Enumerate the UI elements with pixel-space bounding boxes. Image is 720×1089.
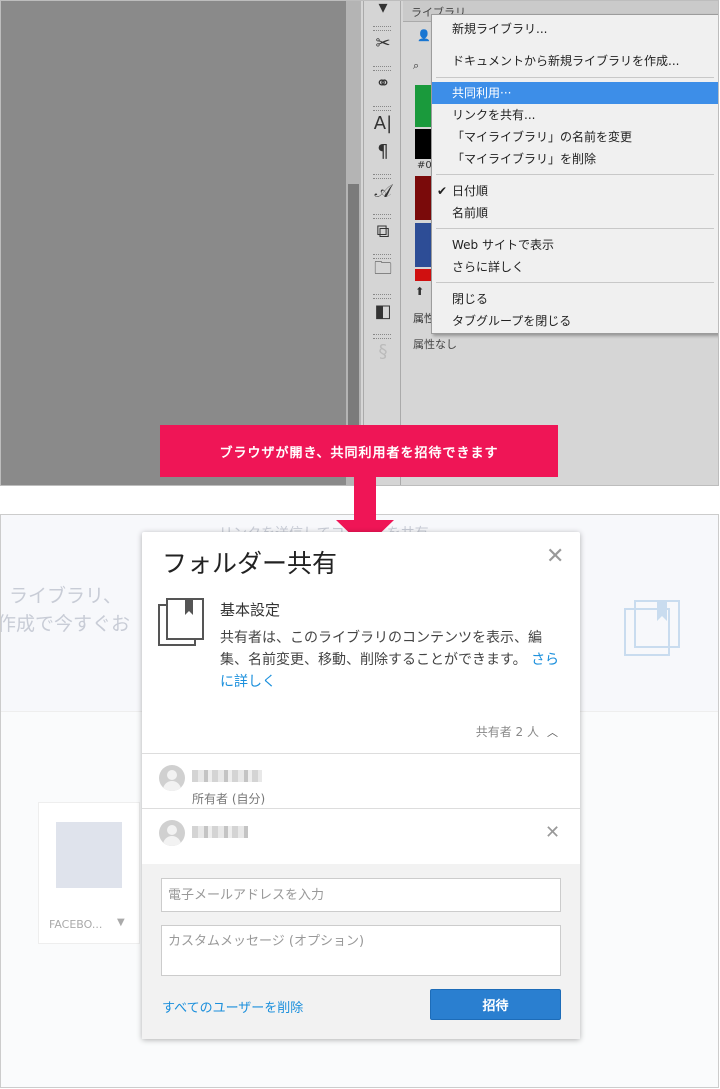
stamp-icon: §	[378, 340, 388, 362]
menu-separator	[436, 282, 714, 283]
chevron-up-icon: ︿	[547, 726, 558, 739]
menu-item-label: さらに詳しく	[452, 260, 525, 274]
tool-button-4[interactable]: ¶	[364, 131, 402, 171]
menu-separator	[436, 174, 714, 175]
callout-arrow-shaft	[354, 477, 376, 522]
checkmark-icon: ✔	[437, 184, 448, 198]
tool-button-8[interactable]: ◧	[364, 291, 402, 331]
tool-button-1[interactable]: ✂	[364, 23, 402, 63]
background-library-card: FACEBO... ▼	[38, 802, 140, 944]
panel-dock-strip: ▾ ✂ ⚭ A| ¶ 𝒜 ⧉ 🗀 ◧ §	[363, 0, 402, 485]
menu-separator	[436, 77, 714, 78]
close-icon[interactable]: ✕	[546, 544, 564, 569]
layer-comps-icon: ⧉	[376, 220, 390, 242]
sharers-count: 共有者 2 人	[475, 725, 539, 739]
scrollbar-thumb[interactable]	[348, 184, 359, 429]
invite-form: すべてのユーザーを削除 招待	[142, 864, 580, 1039]
remove-all-users-link[interactable]: すべてのユーザーを削除	[162, 997, 303, 1016]
swatch-hex-label: #0	[417, 160, 432, 171]
description-text: 共有者は、このライブラリのコンテンツを表示、編集、名前変更、移動、削除することが…	[220, 630, 542, 668]
avatar-icon	[159, 820, 185, 846]
menu-item-new-from-document[interactable]: ドキュメントから新規ライブラリを作成...	[432, 50, 718, 72]
remove-user-icon[interactable]: ✕	[545, 822, 560, 843]
tool-button-7[interactable]: 🗀	[364, 251, 402, 291]
menu-item-view-on-web[interactable]: Web サイトで表示	[432, 234, 718, 256]
owner-name-redacted	[192, 770, 262, 782]
user-row-owner: 所有者 (自分)	[142, 754, 580, 808]
menu-item-sort-by-date[interactable]: ✔ 日付順	[432, 180, 718, 202]
custom-message-input[interactable]	[161, 925, 561, 976]
menu-item-label: リンクを共有...	[452, 108, 536, 122]
menu-item-collaborate[interactable]: 共同利用···	[432, 82, 718, 104]
menu-item-close-tab-group[interactable]: タブグループを閉じる	[432, 310, 718, 332]
tool-button-2[interactable]: ⚭	[364, 63, 402, 103]
menu-item-label: 日付順	[452, 184, 489, 198]
menu-item-rename-library[interactable]: 「マイライブラリ」の名前を変更	[432, 126, 718, 148]
menu-separator	[436, 228, 714, 229]
clone-source-icon: ◧	[374, 300, 392, 322]
background-library-icon	[624, 600, 680, 656]
basic-settings-title: 基本設定	[220, 601, 281, 619]
user-row-collaborator: ✕	[142, 809, 580, 863]
callout-banner: ブラウザが開き、共同利用者を招待できます	[160, 425, 558, 477]
basic-settings-description: 共有者は、このライブラリのコンテンツを表示、編集、名前変更、移動、削除することが…	[220, 627, 560, 693]
menu-item-label: 閉じる	[452, 292, 489, 306]
library-folder-icon	[158, 598, 204, 646]
background-text-line2: 作成で今すぐお	[0, 613, 131, 635]
callout-text: ブラウザが開き、共同利用者を招待できます	[219, 445, 499, 461]
sharers-toggle[interactable]: 共有者 2 人 ︿	[476, 723, 558, 740]
avatar-icon	[159, 765, 185, 791]
library-context-menu: 新規ライブラリ... ドキュメントから新規ライブラリを作成... 共同利用···…	[431, 14, 718, 334]
menu-item-label: Web サイトで表示	[452, 238, 554, 252]
card-dropdown-icon: ▼	[117, 917, 125, 928]
menu-item-label: 「マイライブラリ」の名前を変更	[452, 130, 633, 144]
menu-item-close[interactable]: 閉じる	[432, 288, 718, 310]
glyph-panel-icon: 𝒜	[374, 180, 392, 202]
menu-item-share-link[interactable]: リンクを共有...	[432, 104, 718, 126]
invite-button[interactable]: 招待	[430, 989, 561, 1020]
menu-item-label: 共同利用···	[452, 86, 512, 100]
menu-item-learn-more[interactable]: さらに詳しく	[432, 256, 718, 278]
team-icon[interactable]: 👤	[417, 29, 431, 42]
attribute-value: 属性なし	[413, 338, 457, 351]
search-icon[interactable]: ⌕	[413, 59, 419, 73]
brush-preset-icon: ▾	[378, 0, 388, 18]
menu-item-sort-by-name[interactable]: 名前順	[432, 202, 718, 224]
paragraph-icon: ¶	[377, 140, 389, 162]
tool-button-5[interactable]: 𝒜	[364, 171, 402, 211]
card-thumbnail	[56, 822, 122, 888]
menu-item-delete-library[interactable]: 「マイライブラリ」を削除	[432, 148, 718, 170]
owner-role: 所有者 (自分)	[192, 792, 266, 806]
puppet-warp-icon: ⚭	[375, 72, 391, 94]
scissors-icon: ✂	[375, 32, 391, 54]
tool-button-6[interactable]: ⧉	[364, 211, 402, 251]
collaborator-name-redacted	[192, 826, 248, 838]
menu-item-new-library[interactable]: 新規ライブラリ...	[432, 18, 718, 40]
dialog-title: フォルダー共有	[162, 549, 338, 578]
history-folder-icon: 🗀	[374, 258, 392, 279]
document-canvas[interactable]	[1, 1, 346, 485]
menu-item-label: タブグループを閉じる	[452, 314, 572, 328]
background-text-line1: ライブラリ、	[9, 585, 122, 607]
tool-button-9[interactable]: §	[364, 331, 402, 371]
upload-icon[interactable]: ⬆	[415, 285, 424, 298]
menu-item-label: 「マイライブラリ」を削除	[452, 152, 597, 166]
canvas-scrollbar[interactable]	[346, 1, 361, 485]
menu-item-label: 名前順	[452, 206, 489, 220]
card-caption: FACEBO...	[49, 918, 103, 931]
folder-share-dialog: フォルダー共有 ✕ 基本設定 共有者は、このライブラリのコンテンツを表示、編集、…	[142, 532, 580, 1039]
menu-item-label: 新規ライブラリ...	[452, 22, 548, 36]
photoshop-screenshot: ▾ ✂ ⚭ A| ¶ 𝒜 ⧉ 🗀 ◧ § ライブラリ 👤 ⌕ #0 ⬆ 属性 属…	[0, 0, 719, 486]
menu-item-label: ドキュメントから新規ライブラリを作成...	[452, 54, 680, 68]
email-input[interactable]	[161, 878, 561, 912]
